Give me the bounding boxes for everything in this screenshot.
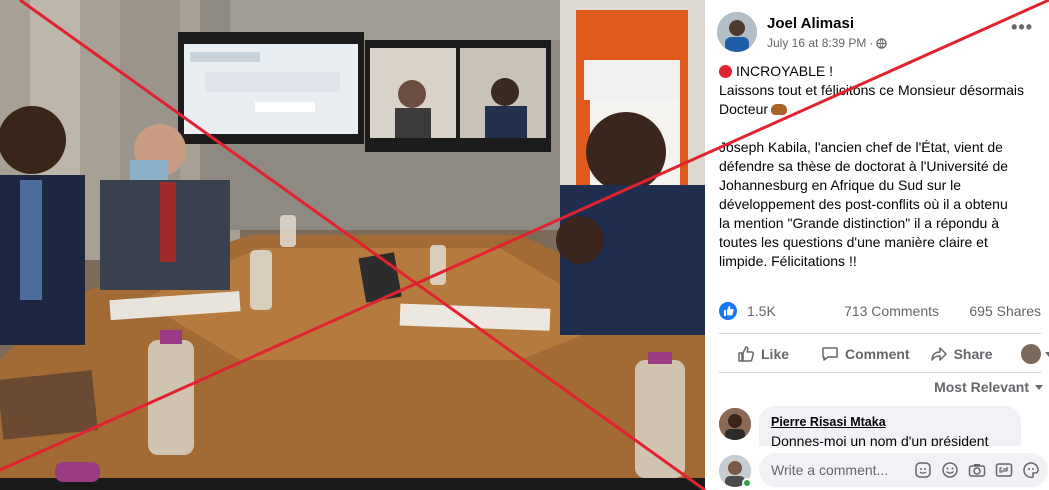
like-reaction-icon[interactable] bbox=[719, 302, 737, 320]
comment-label: Comment bbox=[845, 346, 910, 362]
comment-sort-dropdown[interactable]: Most Relevant bbox=[934, 379, 1043, 395]
comment-icon bbox=[821, 345, 839, 363]
post-body-line: Joseph Kabila, l'ancien chef de l'État, … bbox=[719, 139, 1003, 155]
action-bar: Like Comment Share bbox=[719, 340, 1049, 368]
water-bottle bbox=[148, 340, 194, 455]
commenter-avatar[interactable] bbox=[719, 408, 751, 440]
more-options-button[interactable]: ••• bbox=[1011, 18, 1033, 36]
bread-emoji-icon bbox=[771, 104, 788, 115]
composer-icons bbox=[914, 461, 1040, 479]
post-body-line: toutes les questions d'une manière clair… bbox=[719, 234, 988, 250]
emoji-icon[interactable] bbox=[941, 461, 959, 479]
post-date[interactable]: July 16 at 8:39 PM bbox=[767, 36, 866, 50]
red-circle-emoji-icon bbox=[719, 65, 732, 78]
sort-label: Most Relevant bbox=[934, 379, 1029, 395]
meta-separator: · bbox=[869, 36, 874, 50]
commenter-name[interactable]: Pierre Risasi Mtaka bbox=[771, 415, 1009, 429]
post-line: Laissons tout et félicitons ce Monsieur … bbox=[719, 82, 1025, 98]
reaction-profile-switcher[interactable] bbox=[1020, 344, 1049, 364]
post-headline: INCROYABLE ! bbox=[736, 63, 833, 79]
post-body-line: limpide. Félicitations !! bbox=[719, 253, 857, 269]
share-button[interactable]: Share bbox=[930, 340, 993, 368]
post-photo[interactable] bbox=[0, 0, 705, 490]
post-meta: July 16 at 8:39 PM · bbox=[767, 36, 888, 50]
sticker-icon[interactable] bbox=[914, 461, 932, 479]
avatar bbox=[1020, 344, 1041, 364]
share-count[interactable]: 695 Shares bbox=[969, 303, 1041, 319]
left-person bbox=[0, 106, 66, 174]
gif-icon[interactable] bbox=[995, 461, 1013, 479]
post-text: INCROYABLE ! Laissons tout et félicitons… bbox=[719, 62, 1041, 271]
post-line: Docteur bbox=[719, 101, 769, 117]
share-label: Share bbox=[953, 346, 993, 362]
privacy-globe-icon bbox=[876, 37, 888, 49]
comment-bubble: Pierre Risasi Mtaka Donnes-moi un nom d'… bbox=[759, 406, 1021, 446]
comment-placeholder: Write a comment... bbox=[771, 462, 889, 478]
author-name[interactable]: Joel Alimasi bbox=[767, 15, 854, 32]
chevron-down-icon bbox=[1035, 384, 1043, 390]
comment-composer: Write a comment... bbox=[719, 452, 1049, 488]
author-avatar[interactable] bbox=[717, 12, 757, 52]
comment-count[interactable]: 713 Comments bbox=[844, 303, 939, 319]
online-status-dot bbox=[742, 478, 752, 488]
post-body-line: défendre sa thèse de doctorat à l'Univer… bbox=[719, 158, 1009, 174]
divider bbox=[719, 333, 1041, 334]
divider bbox=[719, 372, 1041, 373]
post-panel: Joel Alimasi July 16 at 8:39 PM · ••• IN… bbox=[705, 0, 1049, 490]
post-body-line: la mention "Grande distinction" il a rép… bbox=[719, 215, 999, 231]
share-icon bbox=[930, 345, 948, 363]
like-label: Like bbox=[761, 346, 790, 362]
comment-input[interactable]: Write a comment... bbox=[759, 453, 1048, 487]
comment-text: Donnes-moi un nom d'un président bbox=[771, 433, 989, 446]
camera-icon[interactable] bbox=[968, 461, 986, 479]
post-body-line: développement des post-conflits où il a … bbox=[719, 196, 1008, 212]
thumbs-up-icon bbox=[737, 345, 755, 363]
meeting-room-photo bbox=[0, 0, 705, 490]
post-header: Joel Alimasi July 16 at 8:39 PM · ••• bbox=[717, 12, 1039, 56]
like-button[interactable]: Like bbox=[737, 340, 789, 368]
post-stats: 1.5K 713 Comments 695 Shares bbox=[719, 302, 1041, 322]
right-person bbox=[586, 112, 666, 192]
comment-button[interactable]: Comment bbox=[821, 340, 910, 368]
reaction-count[interactable]: 1.5K bbox=[747, 303, 776, 319]
sticker-smile-icon[interactable] bbox=[1022, 461, 1040, 479]
chevron-down-icon bbox=[1044, 351, 1049, 357]
post-body-line: Johannesburg en Afrique du Sud sur le bbox=[719, 177, 962, 193]
